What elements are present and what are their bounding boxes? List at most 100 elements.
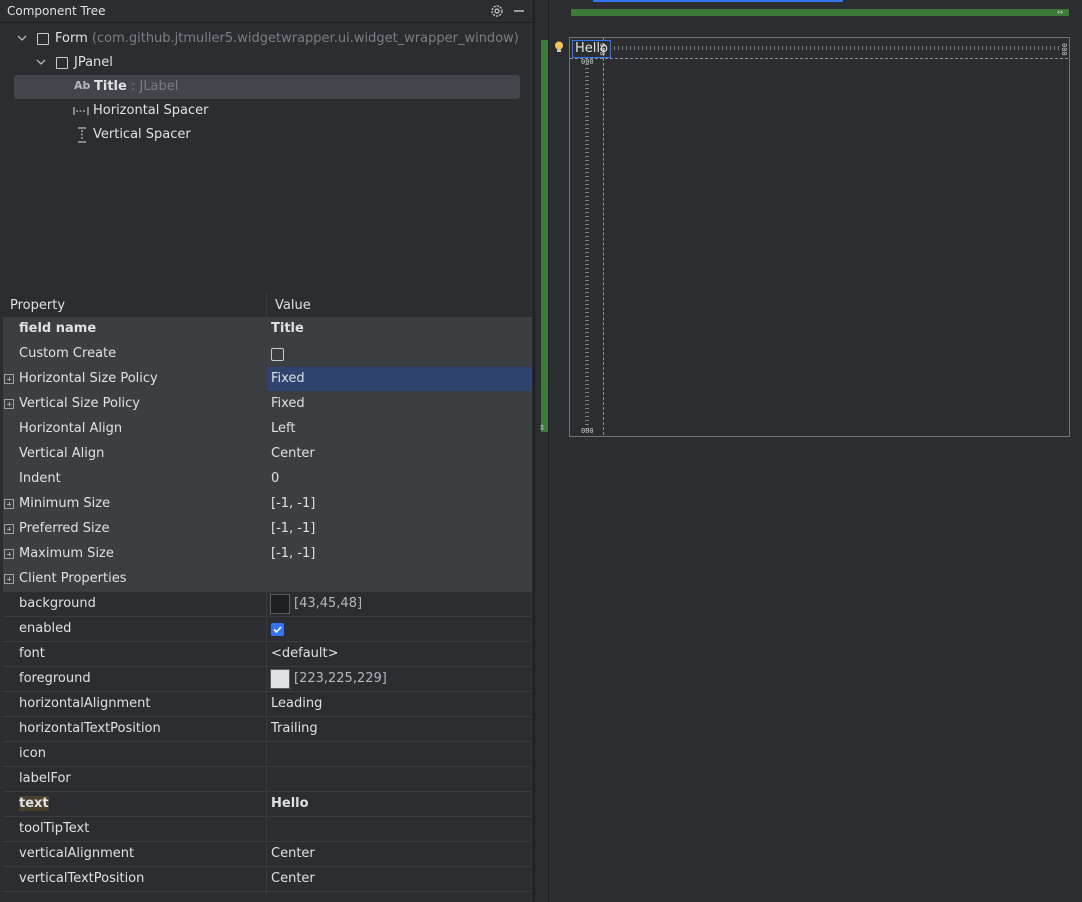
value-column-header: Value bbox=[275, 298, 311, 313]
property-column-header: Property bbox=[10, 298, 66, 313]
column-header-bar[interactable] bbox=[571, 9, 1069, 16]
expand-icon[interactable] bbox=[4, 499, 14, 509]
property-value[interactable]: Title bbox=[271, 321, 304, 336]
property-row-vertical-alignment[interactable]: verticalAlignment Center bbox=[3, 842, 532, 867]
color-swatch[interactable] bbox=[270, 669, 290, 689]
hello-label-preview[interactable]: Hello bbox=[572, 40, 611, 58]
property-value[interactable]: [43,45,48] bbox=[294, 596, 362, 611]
tree-node-form[interactable]: Form (com.github.jtmuller5.widgetwrapper… bbox=[14, 27, 520, 51]
tree-node-detail: (com.github.jtmuller5.widgetwrapper.ui.w… bbox=[91, 31, 519, 46]
tree-node-label: Horizontal Spacer bbox=[93, 103, 209, 118]
property-name: field name bbox=[19, 321, 97, 336]
property-row-field-name[interactable]: field name Title bbox=[3, 317, 532, 342]
horizontal-spacer-icon bbox=[73, 105, 89, 121]
form-panel-preview[interactable] bbox=[569, 37, 1070, 437]
property-value[interactable]: [-1, -1] bbox=[271, 496, 315, 511]
tree-node-title[interactable]: Ab Title : JLabel bbox=[14, 75, 520, 99]
vertical-spacer-icon bbox=[76, 127, 88, 147]
property-value[interactable]: Fixed bbox=[271, 396, 305, 411]
property-value[interactable]: Leading bbox=[271, 696, 322, 711]
chevron-down-icon[interactable] bbox=[35, 56, 47, 68]
property-row-enabled[interactable]: enabled bbox=[3, 617, 532, 642]
property-name: Maximum Size bbox=[19, 546, 114, 561]
expand-icon[interactable] bbox=[4, 524, 14, 534]
property-name: Minimum Size bbox=[19, 496, 111, 511]
panel-checkbox-icon bbox=[56, 57, 68, 69]
property-value[interactable]: Trailing bbox=[271, 721, 318, 736]
property-row-indent[interactable]: Indent 0 bbox=[3, 467, 532, 492]
property-value[interactable]: [223,225,229] bbox=[294, 671, 387, 686]
expand-icon[interactable] bbox=[4, 574, 14, 584]
property-row-vertical-align[interactable]: Vertical Align Center bbox=[3, 442, 532, 467]
property-row-client-properties[interactable]: Client Properties bbox=[3, 567, 532, 592]
property-value[interactable]: <default> bbox=[271, 646, 339, 661]
tree-node-label: Vertical Spacer bbox=[93, 127, 191, 142]
property-row-background[interactable]: background [43,45,48] bbox=[3, 592, 532, 617]
property-table-header: Property Value bbox=[3, 293, 532, 317]
tree-node-jpanel[interactable]: JPanel bbox=[14, 51, 520, 75]
expand-icon[interactable] bbox=[4, 399, 14, 409]
property-row-icon[interactable]: icon bbox=[3, 742, 532, 767]
expand-icon[interactable] bbox=[4, 549, 14, 559]
property-name: Indent bbox=[19, 471, 61, 486]
property-name: Vertical Align bbox=[19, 446, 105, 461]
property-row-minimum-size[interactable]: Minimum Size [-1, -1] bbox=[3, 492, 532, 517]
property-name: font bbox=[19, 646, 45, 661]
property-row-maximum-size[interactable]: Maximum Size [-1, -1] bbox=[3, 542, 532, 567]
property-value[interactable]: Fixed bbox=[271, 371, 305, 386]
property-row-preferred-size[interactable]: Preferred Size [-1, -1] bbox=[3, 517, 532, 542]
component-tree-title: Component Tree bbox=[7, 4, 106, 18]
lightbulb-icon[interactable] bbox=[554, 41, 564, 53]
property-row-vertical-size-policy[interactable]: Vertical Size Policy Fixed bbox=[3, 392, 532, 417]
tree-node-horizontal-spacer[interactable]: Horizontal Spacer bbox=[14, 99, 520, 123]
vertical-resize-icon[interactable]: ⇕ bbox=[539, 422, 545, 433]
grid-marker: 000 bbox=[581, 58, 594, 66]
property-row-tooltip-text[interactable]: toolTipText bbox=[3, 817, 532, 842]
property-row-horizontal-text-position[interactable]: horizontalTextPosition Trailing bbox=[3, 717, 532, 742]
gear-icon[interactable] bbox=[489, 3, 505, 19]
left-panel: Component Tree Form (com.github.jtmuller… bbox=[0, 0, 533, 902]
property-row-font[interactable]: font <default> bbox=[3, 642, 532, 667]
selection-indicator bbox=[593, 0, 843, 2]
property-name: horizontalAlignment bbox=[19, 696, 151, 711]
property-value[interactable]: [-1, -1] bbox=[271, 521, 315, 536]
custom-create-checkbox[interactable] bbox=[271, 348, 284, 361]
property-value[interactable]: Center bbox=[271, 846, 315, 861]
property-row-foreground[interactable]: foreground [223,225,229] bbox=[3, 667, 532, 692]
property-name: enabled bbox=[19, 621, 72, 636]
property-value[interactable]: 0 bbox=[271, 471, 279, 486]
column-divider[interactable] bbox=[266, 293, 267, 895]
grid-column-divider bbox=[603, 38, 604, 435]
property-row-custom-create[interactable]: Custom Create bbox=[3, 342, 532, 367]
property-value[interactable]: Hello bbox=[271, 796, 309, 811]
property-row-text[interactable]: text Hello bbox=[3, 792, 532, 817]
minimize-icon[interactable] bbox=[511, 3, 527, 19]
horizontal-spacer-preview[interactable] bbox=[606, 46, 1062, 50]
property-name: verticalTextPosition bbox=[19, 871, 145, 886]
property-row-label-for[interactable]: labelFor bbox=[3, 767, 532, 792]
property-row-horizontal-align[interactable]: Horizontal Align Left bbox=[3, 417, 532, 442]
property-row-horizontal-alignment[interactable]: horizontalAlignment Leading bbox=[3, 692, 532, 717]
vertical-spacer-preview[interactable] bbox=[585, 64, 589, 430]
grid-marker: 000 bbox=[581, 427, 594, 435]
property-value[interactable]: Center bbox=[271, 871, 315, 886]
tree-node-detail: JLabel bbox=[139, 79, 179, 94]
property-name: foreground bbox=[19, 671, 91, 686]
tree-node-separator: : bbox=[130, 79, 136, 94]
property-value[interactable]: Center bbox=[271, 446, 315, 461]
property-name: labelFor bbox=[19, 771, 71, 786]
property-value[interactable]: Left bbox=[271, 421, 295, 436]
row-header-bar[interactable] bbox=[541, 40, 548, 432]
property-name: Vertical Size Policy bbox=[19, 396, 141, 411]
property-table: Property Value field name Title Custom C… bbox=[3, 293, 532, 895]
tree-node-label: Form bbox=[55, 31, 88, 46]
property-row-vertical-text-position[interactable]: verticalTextPosition Center bbox=[3, 867, 532, 892]
property-row-horizontal-size-policy[interactable]: Horizontal Size Policy Fixed bbox=[3, 367, 532, 392]
expand-icon[interactable] bbox=[4, 374, 14, 384]
property-value[interactable]: [-1, -1] bbox=[271, 546, 315, 561]
color-swatch[interactable] bbox=[270, 594, 290, 614]
enabled-checkbox[interactable] bbox=[271, 623, 284, 636]
tree-node-vertical-spacer[interactable]: Vertical Spacer bbox=[14, 123, 520, 147]
horizontal-resize-icon[interactable]: ⇔ bbox=[1057, 7, 1063, 18]
chevron-down-icon[interactable] bbox=[16, 32, 28, 44]
